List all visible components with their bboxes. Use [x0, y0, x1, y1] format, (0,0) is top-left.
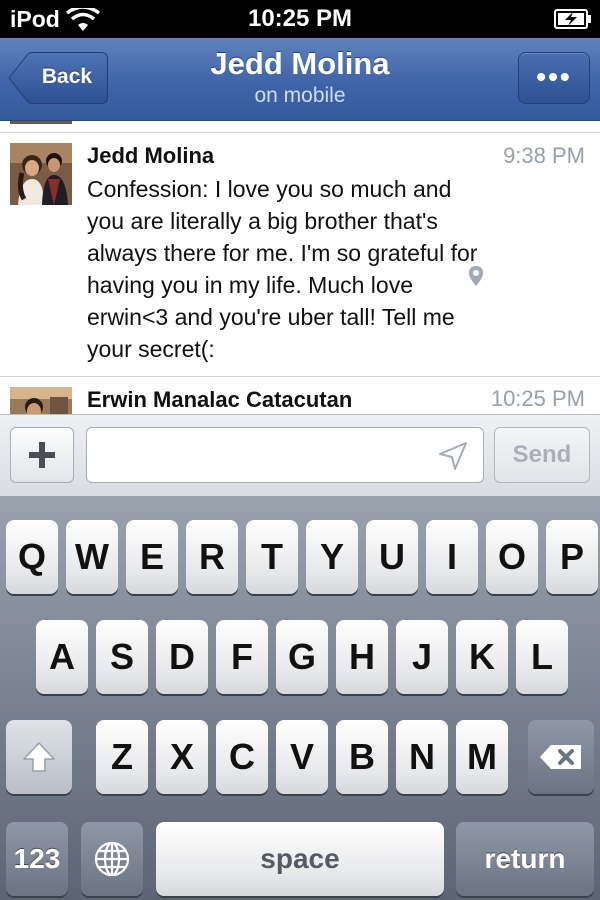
- key-z[interactable]: Z: [96, 720, 148, 794]
- clock: 10:25 PM: [247, 5, 353, 32]
- key-d[interactable]: D: [156, 620, 208, 694]
- key-l[interactable]: L: [516, 620, 568, 694]
- key-j[interactable]: J: [396, 620, 448, 694]
- plus-icon: [29, 442, 55, 468]
- location-arrow-icon[interactable]: [438, 441, 468, 471]
- backspace-icon: [540, 745, 581, 769]
- key-v[interactable]: V: [276, 720, 328, 794]
- message-input[interactable]: [86, 427, 484, 483]
- key-p[interactable]: P: [546, 520, 598, 594]
- key-g[interactable]: G: [276, 620, 328, 694]
- globe-key[interactable]: [81, 822, 143, 896]
- compose-bar: Send: [0, 414, 600, 497]
- key-t[interactable]: T: [246, 520, 298, 594]
- battery-charging-icon: [554, 9, 591, 29]
- more-icon: •••: [536, 61, 572, 92]
- shift-key[interactable]: [6, 720, 72, 794]
- key-f[interactable]: F: [216, 620, 268, 694]
- avatar: [10, 143, 72, 205]
- key-b[interactable]: B: [336, 720, 388, 794]
- page-title: Jedd Molina: [210, 46, 390, 81]
- key-e[interactable]: E: [126, 520, 178, 594]
- shift-icon: [23, 742, 55, 772]
- message-line: having you in my life. Much love: [87, 272, 413, 298]
- message-text: Confession: I love you so much and you a…: [87, 173, 567, 365]
- key-o[interactable]: O: [486, 520, 538, 594]
- key-x[interactable]: X: [156, 720, 208, 794]
- return-key[interactable]: return: [456, 822, 594, 896]
- keyboard: Q W E R T Y U I O P A S D F G H J K L Z …: [0, 496, 600, 900]
- message-line: erwin<3 and you're uber tall! Tell me: [87, 304, 455, 330]
- navigation-bar: Back Jedd Molina on mobile •••: [0, 38, 600, 121]
- key-u[interactable]: U: [366, 520, 418, 594]
- key-w[interactable]: W: [66, 520, 118, 594]
- divider: [0, 132, 600, 133]
- message-time: 10:25 PM: [490, 386, 585, 411]
- key-y[interactable]: Y: [306, 520, 358, 594]
- key-a[interactable]: A: [36, 620, 88, 694]
- page-subtitle: on mobile: [254, 84, 346, 107]
- key-s[interactable]: S: [96, 620, 148, 694]
- more-options-button[interactable]: •••: [518, 52, 590, 104]
- message-line: Confession: I love you so much and: [87, 176, 452, 202]
- status-bar: iPod 10:25 PM: [0, 0, 600, 38]
- numbers-key[interactable]: 123: [6, 822, 68, 896]
- message-line: you are literally a big brother that's: [87, 208, 438, 234]
- add-attachment-button[interactable]: [10, 427, 74, 483]
- key-n[interactable]: N: [396, 720, 448, 794]
- key-c[interactable]: C: [216, 720, 268, 794]
- key-m[interactable]: M: [456, 720, 508, 794]
- key-r[interactable]: R: [186, 520, 238, 594]
- message-line: your secret(:: [87, 336, 215, 362]
- key-i[interactable]: I: [426, 520, 478, 594]
- send-button[interactable]: Send: [494, 427, 590, 483]
- divider: [0, 376, 600, 377]
- avatar: [10, 387, 72, 414]
- delete-key[interactable]: [528, 720, 594, 794]
- key-q[interactable]: Q: [6, 520, 58, 594]
- key-h[interactable]: H: [336, 620, 388, 694]
- sender-name: Jedd Molina: [87, 143, 215, 168]
- globe-icon: [94, 841, 130, 877]
- key-k[interactable]: K: [456, 620, 508, 694]
- conversation-thread[interactable]: Jedd Molina 9:38 PM Confession: I love y…: [0, 121, 600, 414]
- message-line: always there for me. I'm so grateful for: [87, 240, 478, 266]
- sender-name: Erwin Manalac Catacutan: [87, 387, 353, 412]
- previous-avatar-edge: [10, 121, 72, 124]
- space-key[interactable]: space: [156, 822, 444, 896]
- message-time: 9:38 PM: [503, 143, 585, 168]
